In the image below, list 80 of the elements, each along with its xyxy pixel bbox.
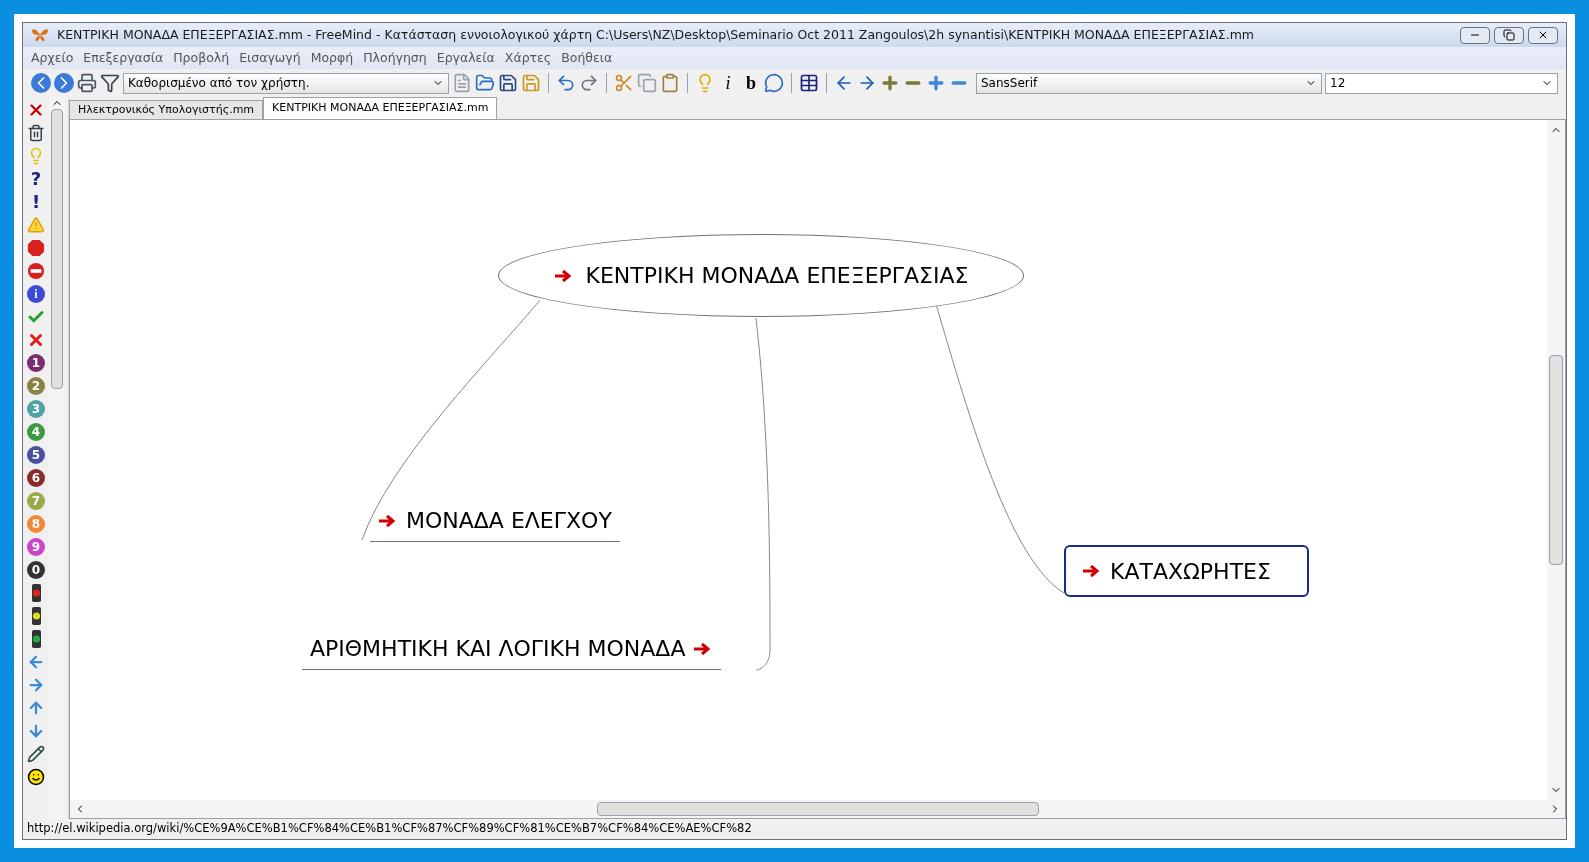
arrow-right-icon[interactable] xyxy=(27,676,45,694)
filter-icon[interactable] xyxy=(100,73,120,93)
menu-item[interactable]: Μορφή xyxy=(310,48,354,68)
symbol-button[interactable]: ! xyxy=(27,193,45,211)
status-text: http://el.wikipedia.org/wiki/%CE%9A%CE%B1%CF%84%CE%B1%CF%87%CF%89%CF%81%CE%B7%CF%84%CE%AE%CF%82 xyxy=(27,820,752,838)
menu-item[interactable]: Εργαλεία xyxy=(436,48,495,68)
number-button[interactable]: 1 xyxy=(27,354,45,372)
close-icon[interactable] xyxy=(27,101,45,119)
stop-sign-icon[interactable] xyxy=(27,239,45,257)
root-node[interactable]: ΚΕΝΤΡΙΚΗ ΜΟΝΑΔΑ ΕΠΕΞΕΡΓΑΣΙΑΣ xyxy=(498,234,1024,317)
scroll-thumb[interactable] xyxy=(1549,355,1563,565)
scroll-thumb[interactable] xyxy=(596,802,1039,816)
butterfly-icon xyxy=(31,28,49,42)
menu-item[interactable]: Χάρτες xyxy=(504,48,552,68)
node-label: ΚΑΤΑΧΩΡΗΤΕΣ xyxy=(1110,557,1271,586)
scroll-thumb[interactable] xyxy=(51,109,63,389)
map-node[interactable]: ΑΡΙΘΜΗΤΙΚΗ ΚΑΙ ΛΟΓΙΚΗ ΜΟΝΑΔΑ xyxy=(302,632,722,670)
font-dropdown[interactable]: SansSerif xyxy=(976,72,1322,94)
menu-item[interactable]: Επεξεργασία xyxy=(83,48,164,68)
menu-item[interactable]: Προβολή xyxy=(173,48,230,68)
symbol-button[interactable]: ? xyxy=(27,170,45,188)
vertical-scrollbar[interactable] xyxy=(1547,120,1565,800)
info-button[interactable]: i xyxy=(27,285,45,303)
font-size-dropdown[interactable]: 12 xyxy=(1325,72,1558,94)
forward-icon[interactable] xyxy=(54,73,74,93)
undo-icon[interactable] xyxy=(556,73,576,93)
back-icon[interactable] xyxy=(31,73,51,93)
window-title: ΚΕΝΤΡΙΚΗ ΜΟΝΑΔΑ ΕΠΕΞΕΡΓΑΣΙΑΣ.mm - FreeMind - Κατάσταση εννοιολογικού χάρτη C:\Users\NZ\Desktop\Seminario Oct 2011 Zangoulos\2h synantisi\ΚΕΝΤΡΙΚΗ ΜΟΝΑΔΑ ΕΠΕΞΕΡΓΑΣΙΑΣ.mm xyxy=(57,25,1256,44)
minimize-button[interactable] xyxy=(1460,26,1490,44)
plus-icon[interactable] xyxy=(880,73,900,93)
node-label: ΜΟΝΑΔΑ ΕΛΕΓΧΟΥ xyxy=(406,507,612,535)
format-button[interactable]: i xyxy=(718,73,738,93)
map-node[interactable]: ΚΑΤΑΧΩΡΗΤΕΣ xyxy=(1064,545,1309,597)
folder-icon[interactable] xyxy=(475,73,495,93)
number-button[interactable]: 9 xyxy=(27,538,45,556)
save-icon[interactable] xyxy=(498,73,518,93)
arrow-icon xyxy=(378,513,398,528)
cross-icon[interactable] xyxy=(27,331,45,349)
vertical-scrollbar[interactable] xyxy=(49,97,65,819)
smiley-icon[interactable] xyxy=(27,768,45,786)
redo-icon[interactable] xyxy=(579,73,599,93)
speech-bubble-icon[interactable] xyxy=(764,73,784,93)
arrow-icon xyxy=(553,268,574,283)
format-button[interactable]: b xyxy=(741,73,761,93)
menu-item[interactable]: Βοήθεια xyxy=(561,48,613,68)
traffic-light-icon[interactable] xyxy=(30,630,42,648)
menu-item[interactable]: Εισαγωγή xyxy=(239,48,301,68)
menu-item[interactable]: Αρχείο xyxy=(31,48,74,68)
plus-icon[interactable] xyxy=(926,73,946,93)
node-label: ΚΕΝΤΡΙΚΗ ΜΟΝΑΔΑ ΕΠΕΞΕΡΓΑΣΙΑΣ xyxy=(585,262,969,290)
tab[interactable]: Ηλεκτρονικός Υπολογιστής.mm xyxy=(69,100,264,119)
menu-item[interactable]: Πλοήγηση xyxy=(363,48,427,68)
print-icon[interactable] xyxy=(77,73,97,93)
tab[interactable]: ΚΕΝΤΡΙΚΗ ΜΟΝΑΔΑ ΕΠΕΞΕΡΓΑΣΙΑΣ.mm xyxy=(263,97,498,119)
number-button[interactable]: 2 xyxy=(27,377,45,395)
close-button[interactable] xyxy=(1528,26,1558,44)
scissors-icon[interactable] xyxy=(614,73,634,93)
number-button[interactable]: 0 xyxy=(27,561,45,579)
number-button[interactable]: 5 xyxy=(27,446,45,464)
traffic-light-icon[interactable] xyxy=(30,584,42,602)
arrow-down-icon[interactable] xyxy=(27,722,45,740)
warning-icon[interactable] xyxy=(27,216,45,234)
map-node[interactable]: ΜΟΝΑΔΑ ΕΛΕΓΧΟΥ xyxy=(370,504,620,542)
new-file-icon[interactable] xyxy=(452,73,472,93)
number-button[interactable]: 4 xyxy=(27,423,45,441)
restore-button[interactable] xyxy=(1494,26,1524,44)
number-button[interactable]: 6 xyxy=(27,469,45,487)
table-icon[interactable] xyxy=(799,73,819,93)
arrow-icon xyxy=(1082,564,1102,578)
trash-icon[interactable] xyxy=(27,124,45,142)
restore-icon xyxy=(1503,29,1515,41)
no-entry-icon[interactable] xyxy=(27,262,45,280)
filter-dropdown[interactable]: Καθορισμένο από τον χρήστη. xyxy=(123,72,449,94)
node-label: ΑΡΙΘΜΗΤΙΚΗ ΚΑΙ ΛΟΓΙΚΗ ΜΟΝΑΔΑ xyxy=(310,635,686,663)
horizontal-scrollbar[interactable] xyxy=(70,800,1565,818)
close-icon xyxy=(1537,29,1549,41)
traffic-light-icon[interactable] xyxy=(30,607,42,625)
pencil-icon[interactable] xyxy=(27,745,45,763)
copy-icon[interactable] xyxy=(637,73,657,93)
paste-icon[interactable] xyxy=(660,73,680,93)
